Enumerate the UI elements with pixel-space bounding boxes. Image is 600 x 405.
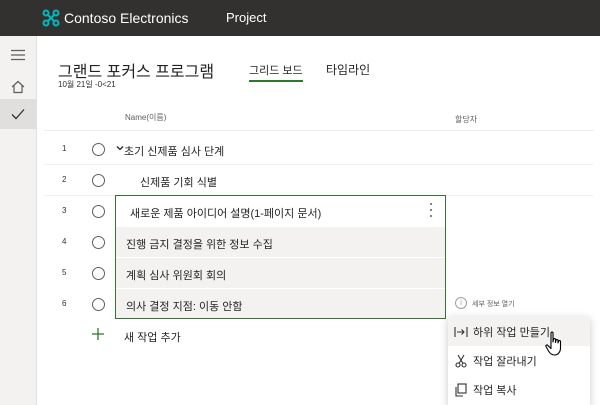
- table-row[interactable]: 2 신제품 기회 식별: [44, 165, 594, 196]
- hand-cursor-icon: [545, 331, 562, 356]
- add-task-button[interactable]: 새 작업 추가: [124, 329, 181, 345]
- row-number: 3: [62, 206, 67, 215]
- column-header-assigned[interactable]: 할당자: [455, 114, 477, 125]
- plus-icon[interactable]: [91, 327, 105, 341]
- info-icon[interactable]: i: [455, 297, 467, 309]
- table-row[interactable]: 1 초기 신제품 심사 단계: [44, 134, 594, 165]
- menu-item-label: 하위 작업 만들기: [473, 327, 550, 339]
- task-name[interactable]: 신제품 기회 식별: [140, 174, 217, 190]
- row-number: 1: [62, 144, 67, 153]
- column-header-name[interactable]: Name(이름): [125, 112, 166, 123]
- header-divider: [44, 130, 594, 131]
- brand-name[interactable]: Contoso Electronics: [64, 10, 189, 26]
- menu-item-copy-task[interactable]: 작업 복사: [448, 375, 590, 404]
- menu-item-label: 작업 복사: [473, 385, 517, 397]
- left-rail: [0, 36, 37, 405]
- complete-checkbox[interactable]: [92, 236, 105, 249]
- subtask-icon: [454, 327, 468, 337]
- context-menu: 하위 작업 만들기 작업 잘라내기 작업 복사: [448, 317, 590, 405]
- complete-checkbox[interactable]: [92, 205, 105, 218]
- row-number: 4: [62, 237, 67, 246]
- menu-item-cut-task[interactable]: 작업 잘라내기: [448, 346, 590, 375]
- tab-grid[interactable]: 그리드 보드: [249, 62, 303, 82]
- task-name[interactable]: 초기 신제품 심사 단계: [124, 143, 224, 159]
- scissors-icon: [455, 354, 467, 368]
- checkmark-icon: [11, 109, 25, 120]
- row-number: 6: [62, 299, 67, 308]
- my-tasks-button[interactable]: [0, 99, 36, 129]
- home-icon: [11, 80, 25, 94]
- home-button[interactable]: [0, 72, 36, 102]
- hamburger-icon: [11, 49, 25, 61]
- app-name[interactable]: Project: [226, 10, 266, 25]
- complete-checkbox[interactable]: [92, 267, 105, 280]
- selection-outline: [115, 195, 446, 319]
- open-details-link[interactable]: 세부 정보 열기: [472, 299, 515, 309]
- menu-item-make-subtask[interactable]: 하위 작업 만들기: [448, 317, 590, 346]
- complete-checkbox[interactable]: [92, 174, 105, 187]
- tab-timeline[interactable]: 타임라인: [326, 61, 370, 78]
- contoso-logo-icon: [42, 9, 60, 27]
- row-number: 5: [62, 268, 67, 277]
- copy-icon: [455, 383, 467, 397]
- hamburger-button[interactable]: [0, 40, 36, 70]
- top-bar: Contoso Electronics Project: [0, 0, 600, 36]
- complete-checkbox[interactable]: [92, 298, 105, 311]
- menu-item-label: 작업 잘라내기: [473, 356, 537, 368]
- complete-checkbox[interactable]: [92, 143, 105, 156]
- more-options-icon[interactable]: [428, 203, 434, 217]
- chevron-down-icon[interactable]: [116, 144, 124, 152]
- row-number: 2: [62, 175, 67, 184]
- plan-date: 10월 21일 -0<21: [58, 80, 116, 89]
